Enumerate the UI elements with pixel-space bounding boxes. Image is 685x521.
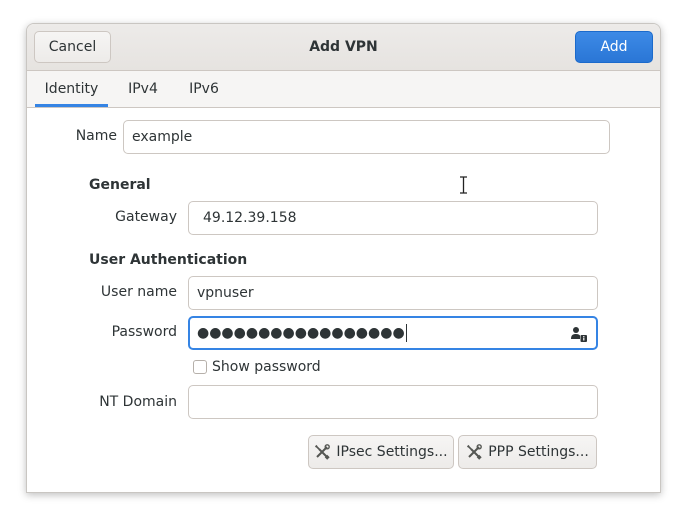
cancel-button[interactable]: Cancel — [34, 31, 111, 63]
text-caret — [405, 324, 407, 342]
general-heading: General — [89, 177, 151, 193]
username-input[interactable]: vpnuser — [188, 276, 598, 310]
tab-identity[interactable]: Identity — [35, 71, 108, 107]
password-input[interactable]: ●●●●●●●●●●●●●●●●● — [188, 316, 598, 350]
header-bar: Cancel Add VPN Add — [27, 24, 660, 71]
ipsec-settings-button[interactable]: IPsec Settings... — [308, 435, 454, 469]
text-cursor-icon — [460, 176, 467, 194]
show-password-checkbox[interactable] — [193, 360, 207, 374]
user-password-icon[interactable] — [570, 325, 588, 343]
user-auth-heading: User Authentication — [89, 252, 248, 268]
password-masked-text: ●●●●●●●●●●●●●●●●● — [197, 325, 405, 341]
name-input[interactable]: example — [123, 120, 610, 154]
username-label: User name — [100, 284, 177, 300]
show-password-label[interactable]: Show password — [212, 357, 321, 377]
ppp-settings-button[interactable]: PPP Settings... — [458, 435, 597, 469]
tab-bar: Identity IPv4 IPv6 — [27, 71, 660, 108]
nt-domain-input[interactable] — [188, 385, 598, 419]
tab-ipv4[interactable]: IPv4 — [120, 71, 166, 107]
name-label: Name — [75, 128, 117, 144]
gateway-label: Gateway — [115, 209, 177, 225]
dialog-title: Add VPN — [309, 39, 378, 55]
ipsec-settings-label: IPsec Settings... — [336, 444, 448, 460]
ppp-settings-label: PPP Settings... — [488, 444, 589, 460]
add-vpn-dialog: Cancel Add VPN Add Identity IPv4 IPv6 Na… — [26, 23, 661, 493]
wrench-screwdriver-icon — [467, 444, 483, 460]
wrench-screwdriver-icon — [315, 444, 331, 460]
nt-domain-label: NT Domain — [99, 394, 177, 410]
gateway-input[interactable]: 49.12.39.158 — [188, 201, 598, 235]
add-button[interactable]: Add — [575, 31, 653, 63]
password-label: Password — [111, 324, 177, 340]
tab-ipv6[interactable]: IPv6 — [180, 71, 228, 107]
